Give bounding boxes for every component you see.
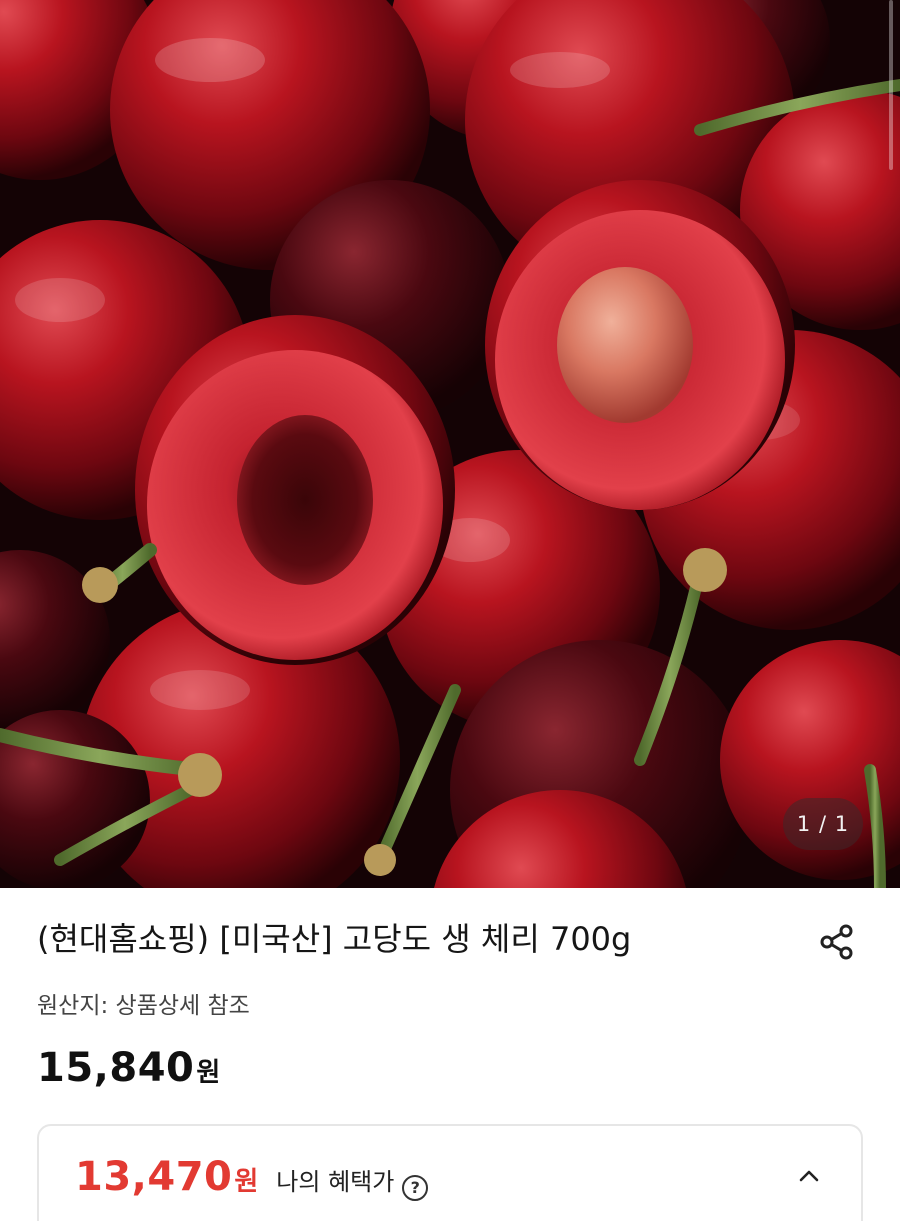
image-page-counter: 1 / 1	[783, 798, 863, 850]
price-unit: 원	[196, 1058, 221, 1088]
origin-info: 원산지: 상품상세 참조	[37, 993, 250, 1019]
product-detail-page: 1 / 1 (현대홈쇼핑) [미국산] 고당도 생 체리 700g 원산지: 상…	[0, 0, 900, 1221]
benefit-label: 나의 혜택가	[276, 1168, 395, 1196]
share-icon	[820, 924, 853, 960]
question-circle-icon[interactable]: ?	[402, 1174, 429, 1201]
benefit-price-amount: 13,470	[75, 1154, 233, 1200]
share-button[interactable]	[813, 918, 861, 966]
scrollbar[interactable]	[889, 0, 893, 170]
product-title: (현대홈쇼핑) [미국산] 고당도 생 체리 700g	[37, 920, 632, 958]
price-amount: 15,840	[37, 1045, 195, 1091]
benefit-price-panel[interactable]: 13,470 원 나의 혜택가 ?	[37, 1124, 863, 1221]
benefit-price-row: 13,470 원 나의 혜택가 ?	[75, 1154, 429, 1201]
cherries-photo	[0, 0, 900, 888]
collapse-button[interactable]	[793, 1160, 825, 1192]
chevron-up-icon	[799, 1170, 819, 1182]
benefit-price-unit: 원	[234, 1167, 259, 1197]
regular-price: 15,840 원	[37, 1045, 220, 1091]
product-image-carousel[interactable]: 1 / 1	[0, 0, 900, 888]
